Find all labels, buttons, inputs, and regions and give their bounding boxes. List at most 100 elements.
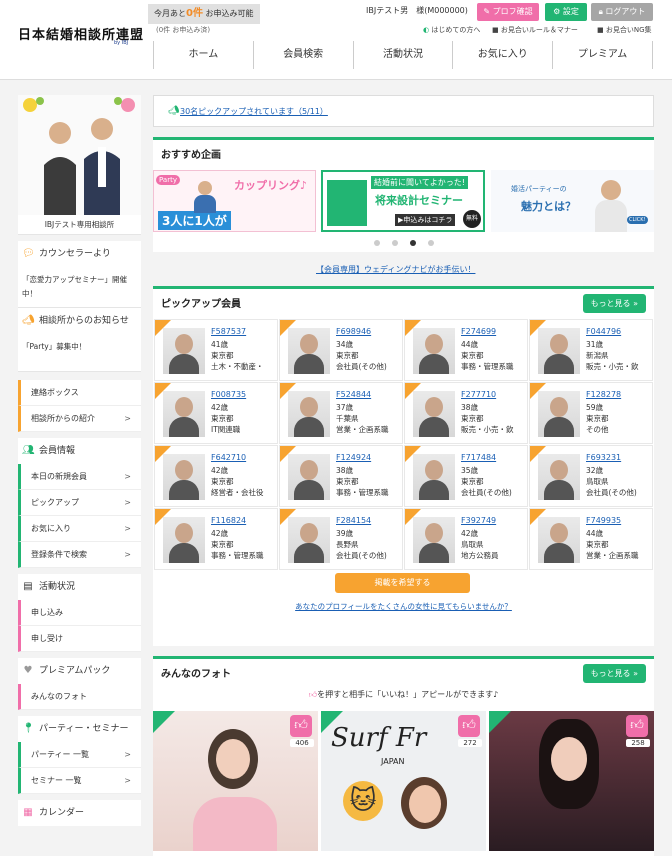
member-id-link[interactable]: F044796 — [586, 327, 621, 336]
member-id-link[interactable]: F749935 — [586, 516, 621, 525]
like-box[interactable]: 👍︎ 406 — [290, 715, 314, 747]
new-badge — [155, 320, 171, 336]
member-id-link[interactable]: F698946 — [336, 327, 371, 336]
member-id-link[interactable]: F642710 — [211, 453, 246, 462]
member-id-link[interactable]: F116824 — [211, 516, 246, 525]
sidebar-item-everyone-photos[interactable]: みんなのフォト — [18, 684, 141, 710]
banner-seminar-sub: 将来設計セミナー — [375, 194, 463, 207]
party-intro-banner[interactable]: 婚活パーティーの 魅力とは？ CLICK! — [491, 170, 654, 232]
sidebar-item-introduction[interactable]: 相談所からの紹介 > — [18, 406, 141, 432]
sidebar-item-label: 相談所からの紹介 — [31, 414, 95, 423]
photos-more-button[interactable]: もっと見る » — [582, 664, 646, 683]
member-card[interactable]: F277710 38歳 東京都 販売・小売・飲 — [404, 382, 528, 444]
seminar-banner[interactable]: 結婚前に聞いてよかった! 将来設計セミナー ▶申込みはコチラ 無料 — [321, 170, 485, 232]
member-card[interactable]: F008735 42歳 東京都 IT関連職 — [154, 382, 278, 444]
pickup-more-button[interactable]: もっと見る » — [582, 294, 646, 313]
nav-favorites[interactable]: お気に入り — [453, 41, 554, 69]
logout-button[interactable]: 🔒︎ ログアウト — [591, 3, 653, 21]
nav-home[interactable]: ホーム — [153, 41, 254, 69]
member-photo[interactable]: Surf Fr JAPAN 🐱︎ 👍︎ 272 — [321, 711, 486, 851]
counselor-note[interactable]: 「恋愛力アップセミナー」開催中！ — [18, 267, 141, 308]
member-id-link[interactable]: F693231 — [586, 453, 621, 462]
member-id-link[interactable]: F274699 — [461, 327, 496, 336]
member-photo[interactable]: 👍︎ 258 — [489, 711, 654, 851]
member-id-link[interactable]: F717484 — [461, 453, 496, 462]
beginner-link[interactable]: ◐ はじめての方へ — [423, 25, 480, 35]
member-id-link[interactable]: F008735 — [211, 390, 246, 399]
profile-promo-link[interactable]: あなたのプロフィールをたくさんの女性に見てもらいませんか？ — [153, 601, 654, 612]
chevron-right-icon: > — [124, 414, 131, 423]
sidebar-item-inbox[interactable]: 連絡ボックス — [18, 380, 141, 406]
nav-premium[interactable]: プレミアム — [553, 41, 653, 69]
profile-check-button[interactable]: ✎ プロフ確認 — [477, 3, 539, 21]
member-age: 38歳 — [336, 466, 354, 475]
settings-button[interactable]: ⚙ 設定 — [545, 3, 587, 21]
member-card[interactable]: F274699 44歳 東京都 事務・管理系職 — [404, 319, 528, 381]
nav-member-search[interactable]: 会員検索 — [254, 41, 354, 69]
logo-sub: by IBJ — [114, 40, 129, 46]
new-badge — [530, 383, 546, 399]
member-card[interactable]: F693231 32歳 鳥取県 会社員(その他) — [529, 445, 653, 507]
pickup-notice[interactable]: 📣︎ 30名ピックアップされています（5/11） — [153, 95, 654, 127]
nav-activity[interactable]: 活動状況 — [354, 41, 454, 69]
member-photo[interactable]: 👍︎ 406 — [153, 711, 318, 851]
party-banner[interactable]: Party カップリング♪ 3人に1人が — [153, 170, 316, 232]
carousel-dot[interactable] — [428, 240, 434, 246]
member-card[interactable]: F284154 39歳 長野県 会社員(その他) — [279, 508, 403, 570]
like-box[interactable]: 👍︎ 258 — [626, 715, 650, 747]
agency-news-note[interactable]: 「Party」募集中！ — [18, 334, 141, 372]
new-badge — [530, 509, 546, 525]
carousel-dot[interactable] — [392, 240, 398, 246]
member-card[interactable]: F116824 42歳 東京都 事務・管理系職 — [154, 508, 278, 570]
thumbs-up-icon[interactable]: 👍︎ — [290, 715, 312, 737]
member-age: 37歳 — [336, 403, 354, 412]
apply-listing-button[interactable]: 掲載を希望する — [335, 573, 470, 593]
member-id-link[interactable]: F124924 — [336, 453, 371, 462]
member-card[interactable]: F587537 41歳 東京都 土木・不動産・ — [154, 319, 278, 381]
sidebar-item-applications[interactable]: 申し込み — [18, 600, 141, 626]
member-area: 長野県 — [336, 540, 359, 549]
member-card[interactable]: F524844 37歳 千葉県 営業・企画系職 — [279, 382, 403, 444]
member-card[interactable]: F124924 38歳 東京都 事務・管理系職 — [279, 445, 403, 507]
everyone-photos-section: みんなのフォト もっと見る » 👍︎を押すと相手に「いいね！」アピールができます… — [153, 656, 654, 856]
member-card[interactable]: F717484 35歳 東京都 会社員(その他) — [404, 445, 528, 507]
document-icon: ▤ — [23, 581, 33, 592]
member-id-link[interactable]: F392749 — [461, 516, 496, 525]
thumbs-up-icon[interactable]: 👍︎ — [626, 715, 648, 737]
sidebar-item-pickup[interactable]: ピックアップ > — [18, 490, 141, 516]
counselor-title: カウンセラーより — [39, 249, 111, 259]
sidebar-item-new-members[interactable]: 本日の新規会員 > — [18, 464, 141, 490]
member-area: 東京都 — [461, 414, 484, 423]
member-area: 千葉県 — [336, 414, 359, 423]
member-card[interactable]: F392749 42歳 鳥取県 地方公務員 — [404, 508, 528, 570]
thumbs-up-icon[interactable]: 👍︎ — [458, 715, 480, 737]
carousel-dot-active[interactable] — [410, 240, 416, 246]
photo-body — [193, 797, 277, 851]
wedding-navi-link[interactable]: 【会員専用】ウェディングナビがお手伝い！ — [316, 264, 475, 275]
member-id-link[interactable]: F587537 — [211, 327, 246, 336]
member-card[interactable]: F128278 59歳 東京都 その他 — [529, 382, 653, 444]
sidebar-item-saved-search[interactable]: 登録条件で検索 > — [18, 542, 141, 568]
sidebar-item-received[interactable]: 申し受け — [18, 626, 141, 652]
member-card[interactable]: F749935 44歳 東京都 営業・企画系職 — [529, 508, 653, 570]
pickup-notice-link[interactable]: 30名ピックアップされています（5/11） — [180, 106, 328, 117]
sidebar-item-party-list[interactable]: パーティー 一覧 > — [18, 742, 141, 768]
member-id-link[interactable]: F524844 — [336, 390, 371, 399]
new-badge — [530, 320, 546, 336]
member-card[interactable]: F642710 42歳 東京都 経営者・会社役 — [154, 445, 278, 507]
member-id-link[interactable]: F284154 — [336, 516, 371, 525]
member-age: 42歳 — [461, 529, 479, 538]
carousel-dot[interactable] — [374, 240, 380, 246]
member-id-link[interactable]: F277710 — [461, 390, 496, 399]
banner-party-sub: 3人に1人が — [158, 211, 231, 230]
rules-link[interactable]: ■ お見合いルール＆マナー — [492, 25, 578, 35]
like-box[interactable]: 👍︎ 272 — [458, 715, 482, 747]
ng-link[interactable]: ■ お見合いNG集 — [597, 25, 652, 35]
member-card[interactable]: F044796 31歳 新潟県 販売・小売・飲 — [529, 319, 653, 381]
sidebar-item-favorites[interactable]: お気に入り > — [18, 516, 141, 542]
member-id-link[interactable]: F128278 — [586, 390, 621, 399]
member-card[interactable]: F698946 34歳 東京都 会社員(その他) — [279, 319, 403, 381]
member-job: 会社員(その他) — [336, 362, 387, 371]
sidebar-item-seminar-list[interactable]: セミナー 一覧 > — [18, 768, 141, 794]
gear-icon: ⚙ — [553, 7, 563, 16]
